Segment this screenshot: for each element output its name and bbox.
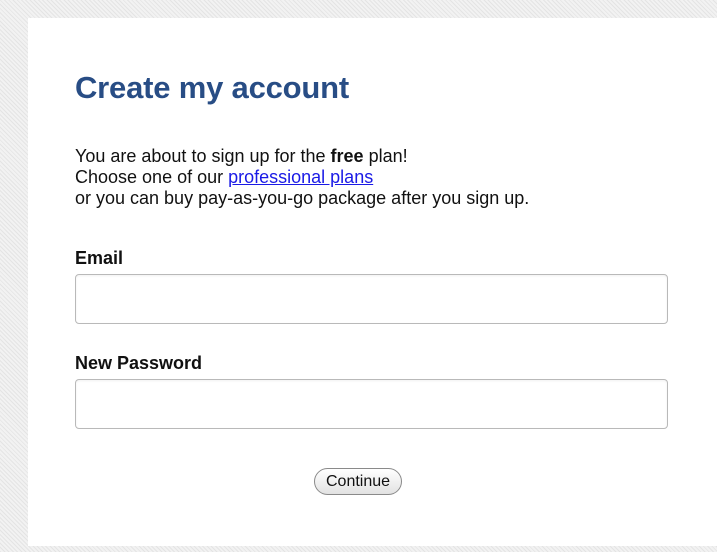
continue-button[interactable]: Continue [314,468,403,495]
email-field[interactable] [75,274,668,324]
intro-line-1: You are about to sign up for the free pl… [75,146,529,167]
intro-line-2: Choose one of our professional plans [75,167,529,188]
new-password-field[interactable] [75,379,668,429]
free-plan-emphasis: free [330,146,364,166]
intro-line-1-end: plan! [363,146,408,166]
page-title: Create my account [75,70,349,105]
intro-text: You are about to sign up for the free pl… [75,146,529,209]
intro-line-3: or you can buy pay-as-you-go package aft… [75,188,530,208]
intro-line-2-start: Choose one of our [75,167,229,187]
signup-card: Create my account You are about to sign … [28,18,717,546]
email-label: Email [75,248,124,268]
professional-plans-link[interactable]: professional plans [228,167,373,187]
new-password-label: New Password [75,353,203,373]
intro-line-1-start: You are about to sign up for the [75,146,331,166]
